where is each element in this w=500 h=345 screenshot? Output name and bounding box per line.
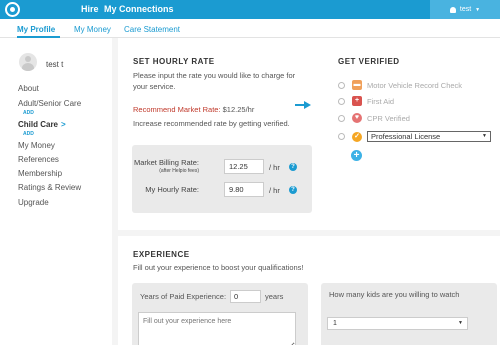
verify-radio[interactable] bbox=[338, 81, 345, 89]
kids-count-value: 1 bbox=[333, 320, 337, 327]
kids-panel: How many kids are you willing to watch 1… bbox=[321, 283, 497, 345]
experience-panel: Years of Paid Experience: years bbox=[132, 283, 308, 345]
user-menu-button[interactable]: test ▼ bbox=[430, 0, 500, 19]
recommended-rate: Recommend Market Rate: $12.25/hr bbox=[133, 104, 254, 115]
get-verified-title: GET VERIFIED bbox=[338, 57, 400, 66]
tab-my-money[interactable]: My Money bbox=[74, 25, 111, 34]
market-billing-rate-input[interactable] bbox=[224, 159, 264, 174]
billing-rate-subtitle: (after Helpio fees) bbox=[159, 168, 199, 174]
verify-radio[interactable] bbox=[338, 97, 345, 105]
heart-icon: ♥ bbox=[352, 113, 362, 123]
verify-radio[interactable] bbox=[338, 114, 345, 122]
sidebar-item-my-money[interactable]: My Money bbox=[18, 141, 55, 150]
verify-option-motor-vehicle[interactable]: ▬ Motor Vehicle Record Check bbox=[338, 80, 462, 90]
rate-panel: Market Billing Rate: (after Helpio fees)… bbox=[132, 145, 312, 213]
tab-care-statement[interactable]: Care Statement bbox=[124, 25, 180, 34]
billing-help-icon[interactable]: ? bbox=[289, 163, 297, 171]
chevron-down-icon: ▼ bbox=[482, 133, 487, 139]
tab-my-profile[interactable]: My Profile bbox=[17, 25, 55, 34]
hourly-rate-intro: Please input the rate you would like to … bbox=[133, 71, 296, 91]
nav-my-connections[interactable]: My Connections bbox=[104, 4, 174, 14]
chevron-down-icon: ▼ bbox=[458, 320, 463, 326]
verify-radio[interactable] bbox=[338, 133, 345, 140]
verify-option-first-aid[interactable]: + First Aid bbox=[338, 96, 394, 106]
sidebar-item-label: Child Care bbox=[18, 120, 59, 129]
add-adult-care-link[interactable]: ADD bbox=[23, 110, 34, 116]
top-nav-bar: Hire My Connections test ▼ bbox=[0, 0, 500, 19]
verify-option-license[interactable]: ✓ Professional License ▼ bbox=[338, 131, 491, 142]
years-experience-label: Years of Paid Experience: bbox=[140, 292, 227, 301]
kids-count-select[interactable]: 1 ▼ bbox=[327, 317, 468, 330]
recommended-rate-label: Recommend Market Rate: bbox=[133, 105, 223, 114]
nav-hire[interactable]: Hire bbox=[81, 4, 99, 14]
user-menu-label: test bbox=[459, 6, 472, 13]
verify-option-cpr[interactable]: ♥ CPR Verified bbox=[338, 113, 410, 123]
my-rate-per-hour-label: / hr bbox=[269, 186, 280, 195]
check-icon: ✓ bbox=[352, 131, 362, 142]
sidebar-item-ratings-review[interactable]: Ratings & Review bbox=[18, 183, 81, 192]
recommended-rate-value: $12.25/hr bbox=[222, 105, 255, 114]
chevron-right-icon: > bbox=[61, 120, 66, 129]
first-aid-icon: + bbox=[352, 96, 362, 106]
license-select[interactable]: Professional License ▼ bbox=[367, 131, 491, 142]
sidebar-item-about[interactable]: About bbox=[18, 84, 39, 93]
logo-icon[interactable] bbox=[5, 2, 20, 17]
avatar[interactable] bbox=[19, 53, 37, 71]
verification-tip: Increase recommended rate by getting ver… bbox=[133, 119, 290, 128]
sidebar-item-adult-senior-care[interactable]: Adult/Senior Care bbox=[18, 99, 81, 108]
add-child-care-link[interactable]: ADD bbox=[23, 131, 34, 137]
years-suffix: years bbox=[265, 292, 284, 301]
sidebar-item-references[interactable]: References bbox=[18, 155, 59, 164]
sidebar-item-upgrade[interactable]: Upgrade bbox=[18, 198, 49, 207]
chevron-down-icon: ▼ bbox=[475, 6, 481, 13]
sidebar-item-membership[interactable]: Membership bbox=[18, 169, 62, 178]
verify-label: First Aid bbox=[367, 96, 395, 106]
verify-label: Motor Vehicle Record Check bbox=[367, 80, 463, 90]
years-experience-input[interactable] bbox=[230, 290, 261, 303]
kids-question: How many kids are you willing to watch bbox=[329, 290, 460, 299]
arrow-right-icon bbox=[295, 101, 311, 109]
add-license-button[interactable]: + bbox=[351, 150, 362, 161]
experience-title: EXPERIENCE bbox=[133, 250, 190, 259]
my-hourly-rate-label: My Hourly Rate: bbox=[145, 185, 199, 194]
user-icon bbox=[449, 6, 456, 13]
market-billing-rate-label: Market Billing Rate: bbox=[133, 158, 199, 167]
experience-section: EXPERIENCE Fill out your experience to b… bbox=[118, 236, 500, 345]
verify-label: CPR Verified bbox=[367, 113, 410, 123]
license-select-value: Professional License bbox=[371, 132, 441, 141]
car-icon: ▬ bbox=[352, 80, 362, 90]
billing-per-hour-label: / hr bbox=[269, 163, 280, 172]
sidebar: test t About Adult/Senior Care ADD Child… bbox=[0, 38, 112, 345]
experience-intro: Fill out your experience to boost your q… bbox=[133, 263, 304, 272]
sidebar-username: test t bbox=[46, 60, 64, 69]
experience-textarea[interactable] bbox=[138, 312, 296, 345]
my-rate-help-icon[interactable]: ? bbox=[289, 186, 297, 194]
hourly-rate-title: SET HOURLY RATE bbox=[133, 57, 215, 66]
my-hourly-rate-input[interactable] bbox=[224, 182, 264, 197]
sidebar-item-child-care[interactable]: Child Care > bbox=[18, 120, 66, 129]
profile-subnav: My Profile My Money Care Statement bbox=[0, 19, 500, 38]
